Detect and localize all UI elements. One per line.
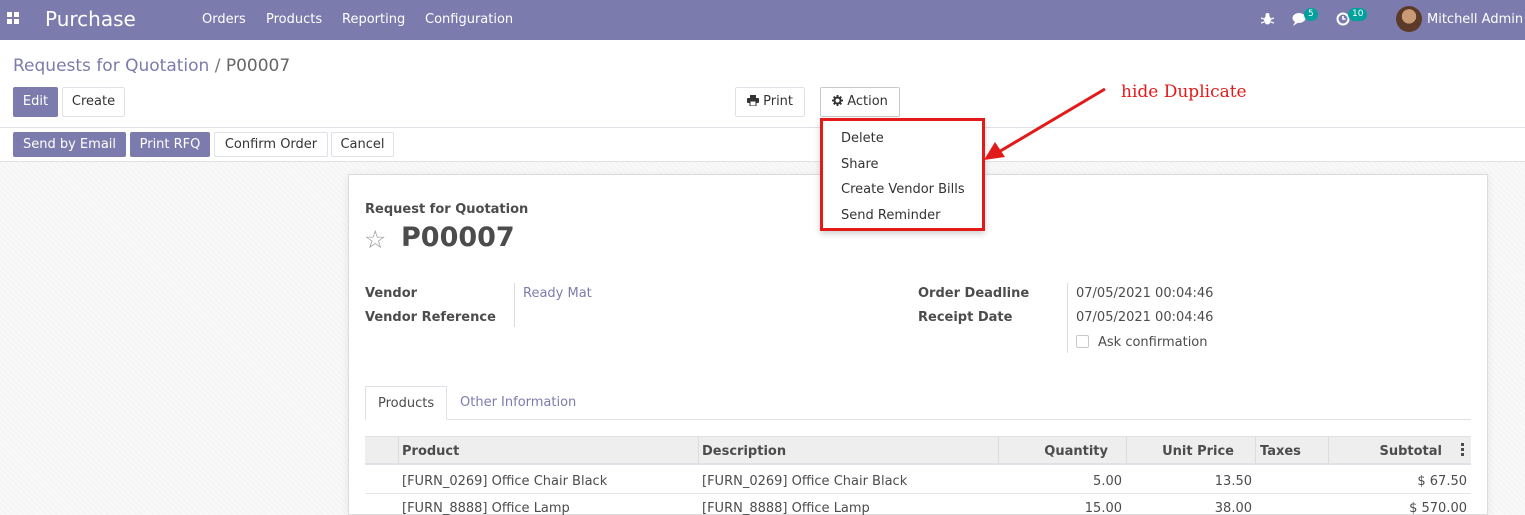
debug-bug-icon[interactable] xyxy=(1261,12,1274,26)
action-item-create-vendor-bills[interactable]: Create Vendor Bills xyxy=(841,182,965,197)
optional-columns-menu-icon[interactable] xyxy=(1461,443,1464,456)
action-dropdown-button[interactable]: Action xyxy=(820,87,900,117)
menu-products[interactable]: Products xyxy=(266,12,322,27)
ask-confirmation-label: Ask confirmation xyxy=(1098,335,1208,350)
vendor-reference-input[interactable] xyxy=(523,310,723,326)
ask-confirmation-checkbox[interactable] xyxy=(1076,335,1089,348)
order-lines-table-header: Product Description Quantity Unit Price … xyxy=(365,436,1471,465)
edit-button[interactable]: Edit xyxy=(13,87,58,117)
apps-menu-icon[interactable] xyxy=(7,12,19,24)
row-1-description[interactable]: [FURN_0269] Office Chair Black xyxy=(702,474,907,489)
action-dropdown-menu: Delete Share Create Vendor Bills Send Re… xyxy=(820,118,985,231)
vendor-field-separator xyxy=(514,283,515,327)
breadcrumb-current: P00007 xyxy=(225,56,291,76)
user-name[interactable]: Mitchell Admin xyxy=(1427,12,1523,27)
row-2-product[interactable]: [FURN_8888] Office Lamp xyxy=(402,501,570,515)
row-1-quantity[interactable]: 5.00 xyxy=(1093,474,1122,489)
column-header-quantity[interactable]: Quantity xyxy=(1044,444,1108,459)
column-separator xyxy=(1328,437,1329,464)
row-2-unit-price[interactable]: 38.00 xyxy=(1215,501,1252,515)
order-name: P00007 xyxy=(401,222,515,253)
activities-count-badge: 10 xyxy=(1348,8,1368,21)
tab-other-information[interactable]: Other Information xyxy=(448,386,588,420)
vendor-reference-label: Vendor Reference xyxy=(365,310,496,325)
row-divider xyxy=(365,493,1471,494)
row-1-product[interactable]: [FURN_0269] Office Chair Black xyxy=(402,474,607,489)
vendor-value-link[interactable]: Ready Mat xyxy=(523,286,592,301)
row-1-subtotal: $ 67.50 xyxy=(1417,474,1467,489)
column-separator xyxy=(1255,437,1256,464)
create-button[interactable]: Create xyxy=(62,87,125,117)
column-header-taxes[interactable]: Taxes xyxy=(1260,444,1301,459)
messages-count-badge: 5 xyxy=(1304,8,1318,21)
user-avatar[interactable] xyxy=(1396,6,1422,32)
control-panel-divider xyxy=(0,127,1525,128)
gear-icon xyxy=(832,95,844,106)
column-separator xyxy=(398,437,399,464)
top-navbar: Purchase Orders Products Reporting Confi… xyxy=(0,0,1525,40)
confirm-order-button[interactable]: Confirm Order xyxy=(214,132,328,157)
order-deadline-label: Order Deadline xyxy=(918,286,1030,301)
star-icon[interactable]: ☆ xyxy=(364,225,386,254)
breadcrumb: Requests for Quotation / P00007 xyxy=(13,56,290,76)
receipt-date-label: Receipt Date xyxy=(918,310,1013,325)
cancel-button[interactable]: Cancel xyxy=(331,132,394,157)
print-label: Print xyxy=(763,94,794,109)
column-header-description[interactable]: Description xyxy=(702,444,786,459)
row-2-quantity[interactable]: 15.00 xyxy=(1085,501,1122,515)
app-brand[interactable]: Purchase xyxy=(45,7,136,31)
row-2-description[interactable]: [FURN_8888] Office Lamp xyxy=(702,501,870,515)
vendor-label: Vendor xyxy=(365,286,418,301)
annotation-text: hide Duplicate xyxy=(1121,82,1247,102)
menu-configuration[interactable]: Configuration xyxy=(425,12,513,27)
menu-orders[interactable]: Orders xyxy=(202,12,246,27)
action-item-share[interactable]: Share xyxy=(841,157,879,172)
breadcrumb-parent-link[interactable]: Requests for Quotation xyxy=(13,56,209,76)
annotation-arrow-icon xyxy=(984,87,1106,160)
action-item-delete[interactable]: Delete xyxy=(841,131,884,146)
order-deadline-value[interactable]: 07/05/2021 00:04:46 xyxy=(1076,286,1213,301)
menu-reporting[interactable]: Reporting xyxy=(342,12,405,27)
printer-icon xyxy=(746,95,759,107)
column-header-subtotal[interactable]: Subtotal xyxy=(1379,444,1442,459)
send-by-email-button[interactable]: Send by Email xyxy=(13,132,126,157)
tab-products[interactable]: Products xyxy=(365,386,447,420)
form-subtitle: Request for Quotation xyxy=(365,202,529,217)
print-rfq-button[interactable]: Print RFQ xyxy=(130,132,210,157)
date-field-separator xyxy=(1067,283,1068,353)
print-dropdown-button[interactable]: Print xyxy=(735,87,805,117)
receipt-date-value[interactable]: 07/05/2021 00:04:46 xyxy=(1076,310,1213,325)
row-1-unit-price[interactable]: 13.50 xyxy=(1215,474,1252,489)
row-2-subtotal: $ 570.00 xyxy=(1409,501,1467,515)
breadcrumb-separator: / xyxy=(214,56,221,76)
column-separator xyxy=(698,437,699,464)
column-separator xyxy=(1126,437,1127,464)
action-item-send-reminder[interactable]: Send Reminder xyxy=(841,208,940,223)
action-label: Action xyxy=(847,94,888,109)
column-separator xyxy=(998,437,999,464)
column-header-product[interactable]: Product xyxy=(402,444,459,459)
column-header-unit-price[interactable]: Unit Price xyxy=(1162,444,1234,459)
